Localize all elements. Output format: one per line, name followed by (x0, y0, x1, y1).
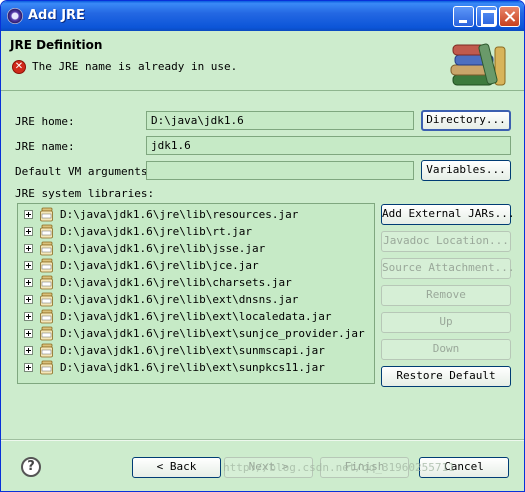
expand-plus-icon[interactable] (24, 278, 33, 287)
jar-icon (40, 241, 53, 256)
restore-default-button[interactable]: Restore Default (381, 366, 511, 387)
library-path: D:\java\jdk1.6\jre\lib\jce.jar (60, 259, 259, 272)
library-row[interactable]: D:\java\jdk1.6\jre\lib\ext\sunjce_provid… (18, 325, 374, 342)
vm-arguments-label: Default VM arguments: (15, 165, 155, 178)
jar-icon (40, 309, 53, 324)
jar-icon (40, 343, 53, 358)
jre-name-input[interactable]: jdk1.6 (146, 136, 511, 155)
minimize-button[interactable] (453, 6, 474, 27)
eclipse-icon (7, 8, 23, 24)
remove-button[interactable]: Remove (381, 285, 511, 306)
down-button[interactable]: Down (381, 339, 511, 360)
back-button[interactable]: < Back (132, 457, 221, 478)
library-row[interactable]: D:\java\jdk1.6\jre\lib\ext\sunpkcs11.jar (18, 359, 374, 376)
library-path: D:\java\jdk1.6\jre\lib\ext\localedata.ja… (60, 310, 332, 323)
library-row[interactable]: D:\java\jdk1.6\jre\lib\ext\dnsns.jar (18, 291, 374, 308)
add-jre-dialog: Add JRE JRE Definition ✕ The JRE name is… (0, 0, 525, 492)
expand-plus-icon[interactable] (24, 312, 33, 321)
vm-arguments-input[interactable] (146, 161, 414, 180)
next-button[interactable]: Next > (224, 457, 313, 478)
library-row[interactable]: D:\java\jdk1.6\jre\lib\ext\sunmscapi.jar (18, 342, 374, 359)
jre-home-input[interactable]: D:\java\jdk1.6 (146, 111, 414, 130)
jre-home-label: JRE home: (15, 115, 75, 128)
error-message: The JRE name is already in use. (32, 60, 238, 73)
expand-plus-icon[interactable] (24, 244, 33, 253)
library-path: D:\java\jdk1.6\jre\lib\ext\sunjce_provid… (60, 327, 365, 340)
close-button[interactable] (499, 6, 520, 27)
library-path: D:\java\jdk1.6\jre\lib\rt.jar (60, 225, 253, 238)
variables-button[interactable]: Variables... (421, 160, 511, 181)
footer-separator (1, 439, 524, 441)
error-icon: ✕ (12, 60, 26, 74)
library-path: D:\java\jdk1.6\jre\lib\ext\dnsns.jar (60, 293, 299, 306)
expand-plus-icon[interactable] (24, 295, 33, 304)
source-attachment-button[interactable]: Source Attachment... (381, 258, 514, 279)
expand-plus-icon[interactable] (24, 363, 33, 372)
jar-icon (40, 224, 53, 239)
library-path: D:\java\jdk1.6\jre\lib\ext\sunmscapi.jar (60, 344, 325, 357)
expand-plus-icon[interactable] (24, 261, 33, 270)
expand-plus-icon[interactable] (24, 227, 33, 236)
library-row[interactable]: D:\java\jdk1.6\jre\lib\rt.jar (18, 223, 374, 240)
library-row[interactable]: D:\java\jdk1.6\jre\lib\ext\localedata.ja… (18, 308, 374, 325)
library-row[interactable]: D:\java\jdk1.6\jre\lib\charsets.jar (18, 274, 374, 291)
jar-icon (40, 360, 53, 375)
jar-icon (40, 326, 53, 341)
page-title: JRE Definition (10, 38, 103, 52)
library-row[interactable]: D:\java\jdk1.6\jre\lib\jsse.jar (18, 240, 374, 257)
header-banner: JRE Definition ✕ The JRE name is already… (1, 31, 524, 91)
books-icon (450, 43, 506, 86)
library-path: D:\java\jdk1.6\jre\lib\charsets.jar (60, 276, 292, 289)
library-row[interactable]: D:\java\jdk1.6\jre\lib\jce.jar (18, 257, 374, 274)
expand-plus-icon[interactable] (24, 210, 33, 219)
jre-name-label: JRE name: (15, 140, 75, 153)
library-path: D:\java\jdk1.6\jre\lib\jsse.jar (60, 242, 266, 255)
add-external-jars-button[interactable]: Add External JARs... (381, 204, 514, 225)
library-row[interactable]: D:\java\jdk1.6\jre\lib\resources.jar (18, 206, 374, 223)
javadoc-location-button[interactable]: Javadoc Location... (381, 231, 511, 252)
window-title: Add JRE (28, 8, 85, 23)
expand-plus-icon[interactable] (24, 329, 33, 338)
expand-plus-icon[interactable] (24, 346, 33, 355)
jar-icon (40, 275, 53, 290)
jar-icon (40, 258, 53, 273)
library-tree[interactable]: D:\java\jdk1.6\jre\lib\resources.jar D:\j… (17, 203, 375, 384)
jar-icon (40, 292, 53, 307)
finish-button[interactable]: Finish (320, 457, 409, 478)
library-path: D:\java\jdk1.6\jre\lib\ext\sunpkcs11.jar (60, 361, 325, 374)
jar-icon (40, 207, 53, 222)
directory-button[interactable]: Directory... (421, 110, 511, 131)
maximize-button[interactable] (476, 6, 497, 27)
help-icon[interactable]: ? (21, 457, 41, 477)
up-button[interactable]: Up (381, 312, 511, 333)
libraries-label: JRE system libraries: (15, 187, 155, 200)
library-path: D:\java\jdk1.6\jre\lib\resources.jar (60, 208, 299, 221)
cancel-button[interactable]: Cancel (419, 457, 509, 478)
title-bar[interactable]: Add JRE (1, 1, 524, 31)
